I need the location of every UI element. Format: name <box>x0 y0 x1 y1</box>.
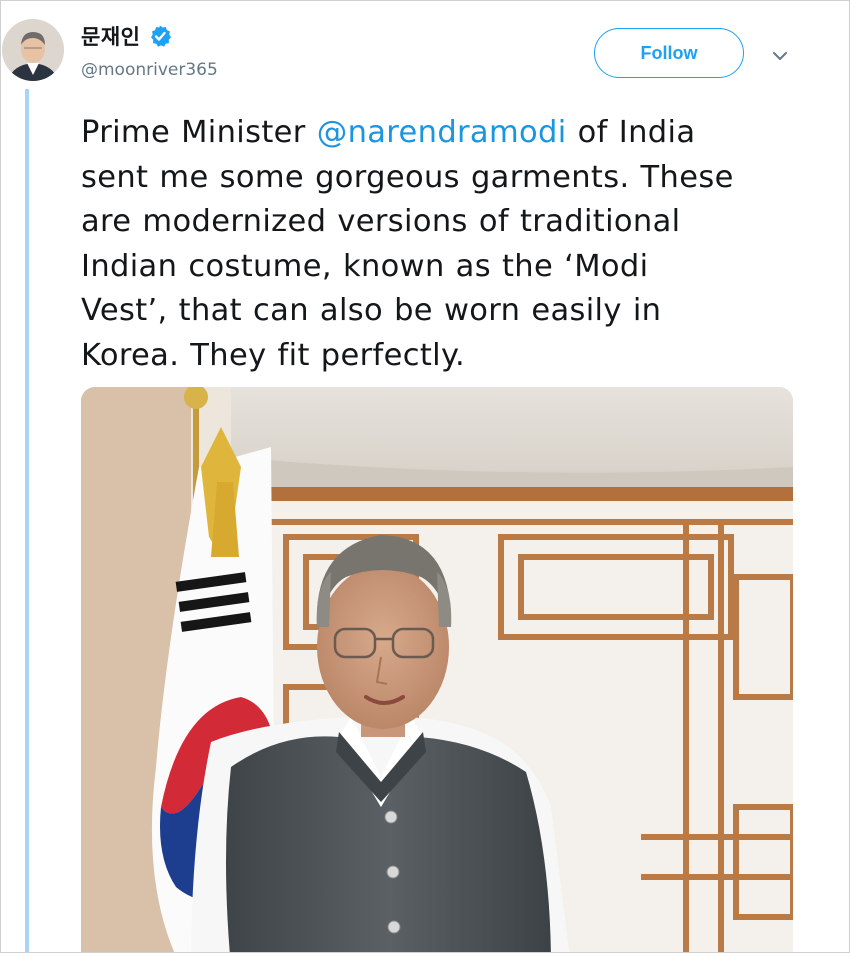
tweet-line-6: Korea. They fit perfectly. <box>81 337 466 373</box>
tweet-text: Prime Minister @narendramodi of India se… <box>81 111 821 378</box>
photo-image <box>81 387 793 952</box>
chevron-down-icon[interactable] <box>767 43 793 69</box>
user-handle[interactable]: @moonriver365 <box>81 60 218 80</box>
tweet-line-2: sent me some gorgeous garments. These <box>81 159 734 195</box>
avatar[interactable] <box>2 19 64 81</box>
tweet-line-1-post: of India <box>566 115 696 150</box>
profile-photo-icon <box>2 19 64 81</box>
display-name[interactable]: 문재인 <box>81 21 140 51</box>
tweet-line-3: are modernized versions of traditional <box>81 204 681 239</box>
mention-link[interactable]: @narendramodi <box>317 115 567 150</box>
tweet-line-4: Indian costume, known as the ‘Modi <box>81 248 649 284</box>
tweet-line-1: Prime Minister @narendramodi of India <box>81 111 821 156</box>
user-name-row[interactable]: 문재인 <box>81 21 172 51</box>
tweet-line-1-pre: Prime Minister <box>81 115 317 150</box>
tweet-line-5: Vest’, that can also be worn easily in <box>81 293 662 328</box>
tweet-photo[interactable] <box>81 387 793 952</box>
follow-button[interactable]: Follow <box>594 28 744 78</box>
tweet-card: 문재인 @moonriver365 Follow Prime Minister … <box>0 0 850 953</box>
thread-line <box>25 89 29 952</box>
verified-badge-icon <box>148 24 172 48</box>
